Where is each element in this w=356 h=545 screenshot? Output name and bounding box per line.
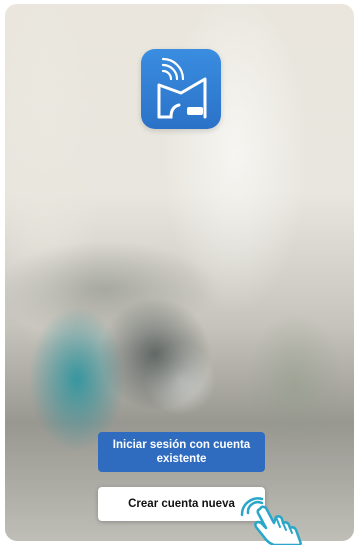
login-existing-account-button[interactable]: Iniciar sesión con cuenta existente [98,432,265,472]
create-button-label: Crear cuenta nueva [128,498,235,510]
login-button-label: Iniciar sesión con cuenta existente [112,439,251,465]
tap-hand-icon [238,495,306,545]
house-wifi-icon [157,57,207,119]
app-logo-icon [141,49,221,129]
